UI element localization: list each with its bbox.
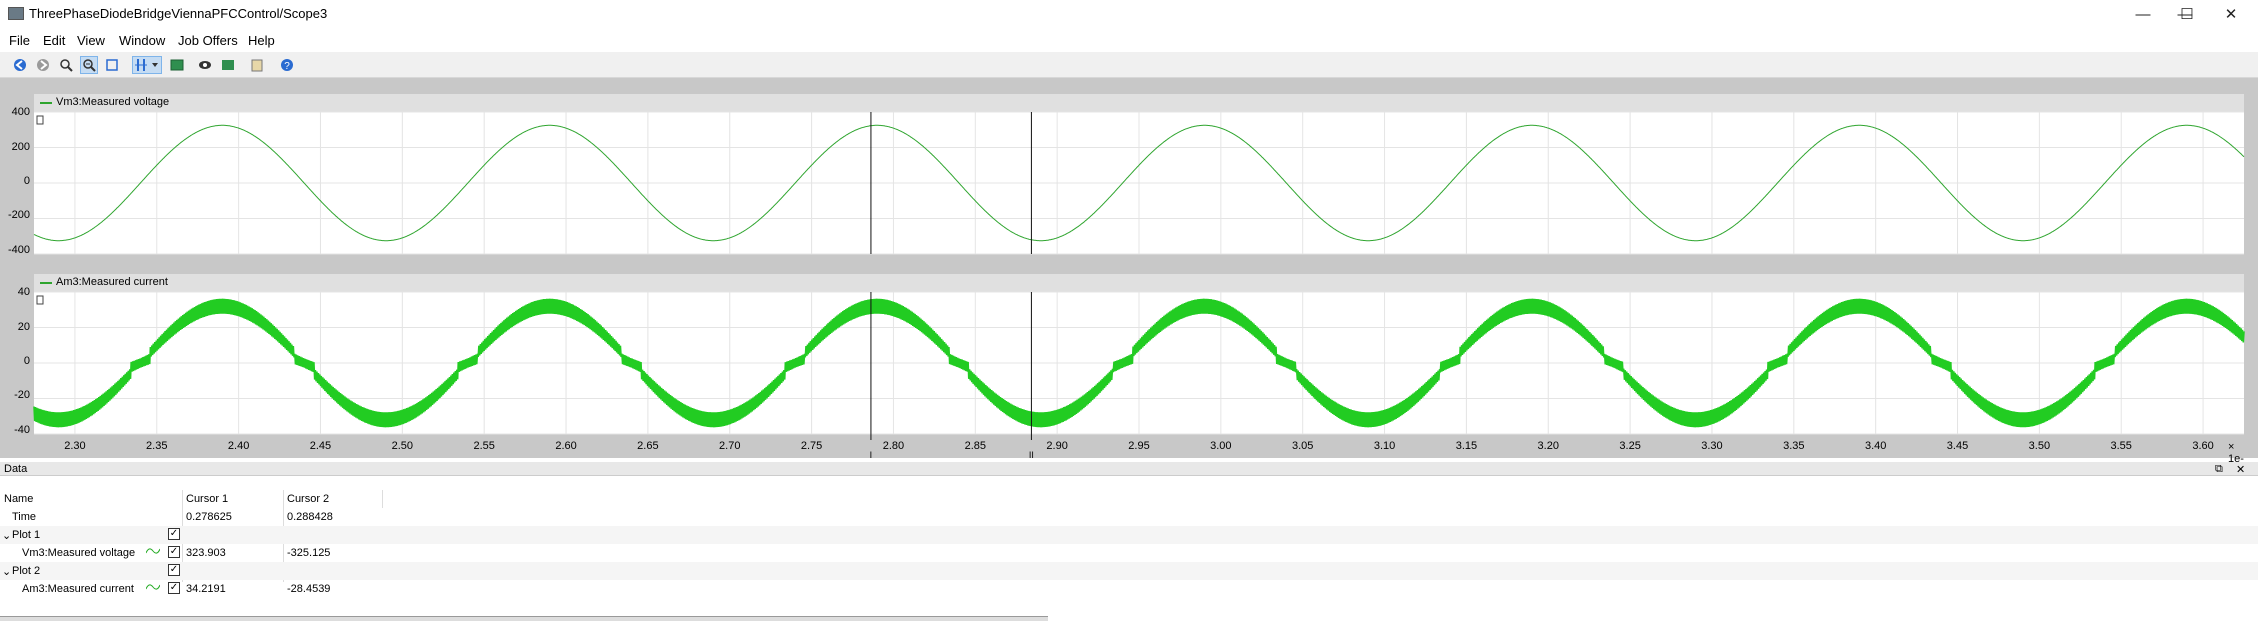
- plot2-cursor2-value: -28.4539: [287, 583, 331, 595]
- plot2-checkbox[interactable]: ✓: [168, 564, 180, 576]
- column-header-row: Name Cursor 1 Cursor 2: [0, 490, 2258, 508]
- x-tick-label: 3.40: [1864, 440, 1887, 452]
- plot1-cursor2-value: -325.125: [287, 547, 331, 559]
- x-tick-label: 3.45: [1946, 440, 1969, 452]
- plot2-group-row[interactable]: ⌄ Plot 2 ✓: [0, 562, 2258, 580]
- x-tick-label: 2.95: [1128, 440, 1150, 452]
- forward-icon[interactable]: [34, 56, 52, 74]
- time-row: Time 0.278625 0.288428: [0, 508, 2258, 526]
- x-tick-label: 3.00: [1210, 440, 1232, 452]
- x-tick-label: 3.10: [1373, 440, 1396, 452]
- x-tick-label: 2.30: [64, 440, 86, 452]
- menu-help[interactable]: Help: [248, 33, 275, 48]
- cursor2-label: II: [1028, 450, 1034, 460]
- data-panel: Data ⧉ ✕ Name Cursor 1 Cursor 2 Time 0.2…: [0, 462, 2258, 621]
- plot1-group-row[interactable]: ⌄ Plot 1 ✓: [0, 526, 2258, 544]
- x-tick-label: 2.75: [800, 440, 823, 452]
- copy-icon[interactable]: [248, 56, 266, 74]
- zoom-icon[interactable]: [57, 56, 75, 74]
- screenshot-icon[interactable]: [168, 56, 186, 74]
- undock-icon[interactable]: ⧉: [2215, 463, 2223, 476]
- x-tick-label: 3.60: [2192, 440, 2214, 452]
- time-cursor2-value: 0.288428: [287, 511, 333, 523]
- back-icon[interactable]: [11, 56, 29, 74]
- plot1-group-label: Plot 1: [12, 529, 41, 541]
- column-divider: [382, 490, 383, 508]
- close-panel-icon[interactable]: ✕: [2236, 463, 2245, 476]
- data-panel-header: Data ⧉ ✕: [0, 462, 2258, 476]
- plot1-signal-row: Vm3:Measured voltage ✓ 323.903 -325.125: [0, 544, 2258, 562]
- scope-chart[interactable]: [0, 78, 2258, 458]
- x-tick-label: 2.35: [146, 440, 168, 452]
- x-tick-label: 3.05: [1291, 440, 1314, 452]
- column-header-name[interactable]: Name: [4, 493, 33, 505]
- signal-wave-icon: [146, 584, 160, 590]
- chevron-down-icon[interactable]: ⌄: [2, 529, 11, 542]
- scope-app-icon: [8, 7, 24, 20]
- x-tick-label: 3.25: [1619, 440, 1641, 452]
- x-tick-label: 2.55: [473, 440, 495, 452]
- x-tick-label: 3.20: [1537, 440, 1559, 452]
- x-tick-label: 2.70: [719, 440, 741, 452]
- plot2-signal-row: Am3:Measured current ✓ 34.2191 -28.4539: [0, 580, 2258, 598]
- x-tick-label: 3.55: [2110, 440, 2132, 452]
- column-header-cursor1[interactable]: Cursor 1: [186, 493, 228, 505]
- x-tick-label: 2.80: [882, 440, 905, 452]
- menu-view[interactable]: View: [77, 33, 105, 48]
- data-panel-title: Data: [4, 463, 28, 475]
- x-tick-label: 2.45: [309, 440, 332, 452]
- window-title: ThreePhaseDiodeBridgeViennaPFCControl/Sc…: [29, 6, 328, 21]
- x-tick-label: 2.50: [391, 440, 414, 452]
- toolbar: ?: [0, 52, 2258, 78]
- time-label: Time: [12, 511, 37, 523]
- x-tick-label: 3.30: [1701, 440, 1723, 452]
- minimize-button[interactable]: —: [2120, 0, 2166, 28]
- svg-text:?: ?: [284, 61, 290, 72]
- chevron-down-icon[interactable]: ⌄: [2, 565, 11, 578]
- x-tick-label: 2.40: [227, 440, 250, 452]
- plot1-signal-checkbox[interactable]: ✓: [168, 546, 180, 558]
- plot2-signal-checkbox[interactable]: ✓: [168, 582, 180, 594]
- plot2-group-label: Plot 2: [12, 565, 41, 577]
- menu-edit[interactable]: Edit: [43, 33, 65, 48]
- zoom-out-icon[interactable]: [80, 56, 98, 74]
- cursor-icon[interactable]: [132, 56, 162, 74]
- x-tick-label: 2.60: [555, 440, 577, 452]
- help-icon[interactable]: ?: [278, 56, 296, 74]
- export-icon[interactable]: [219, 56, 237, 74]
- x-tick-label: 3.35: [1783, 440, 1805, 452]
- menu-window[interactable]: Window: [119, 33, 165, 48]
- x-tick-label: 3.15: [1455, 440, 1478, 452]
- fit-icon[interactable]: [103, 56, 121, 74]
- plot1-checkbox[interactable]: ✓: [168, 528, 180, 540]
- view-icon[interactable]: [196, 56, 214, 74]
- x-tick-label: 2.85: [964, 440, 986, 452]
- x-tick-label: 2.65: [637, 440, 659, 452]
- signal-wave-icon: [146, 548, 160, 554]
- plot2-cursor1-value: 34.2191: [186, 583, 226, 595]
- horizontal-scrollbar[interactable]: [0, 616, 1048, 621]
- x-tick-label: 2.90: [1046, 440, 1068, 452]
- close-button[interactable]: ✕: [2208, 0, 2254, 28]
- column-header-cursor2[interactable]: Cursor 2: [287, 493, 329, 505]
- time-cursor1-value: 0.278625: [186, 511, 232, 523]
- x-tick-label: 3.50: [2028, 440, 2051, 452]
- title-bar: ThreePhaseDiodeBridgeViennaPFCControl/Sc…: [0, 0, 2258, 28]
- plot2-signal-label: Am3:Measured current: [22, 583, 134, 595]
- menu-bar: File Edit View Window Job Offers Help: [0, 30, 2258, 52]
- scope-plot-area: Vm3:Measured voltage Am3:Measured curren…: [0, 78, 2258, 477]
- plot1-cursor1-value: 323.903: [186, 547, 226, 559]
- maximize-button[interactable]: ☐: [2164, 0, 2210, 28]
- plot1-signal-label: Vm3:Measured voltage: [22, 547, 136, 559]
- cursor1-label: I: [869, 450, 873, 460]
- menu-job-offers[interactable]: Job Offers: [178, 33, 238, 48]
- menu-file[interactable]: File: [9, 33, 30, 48]
